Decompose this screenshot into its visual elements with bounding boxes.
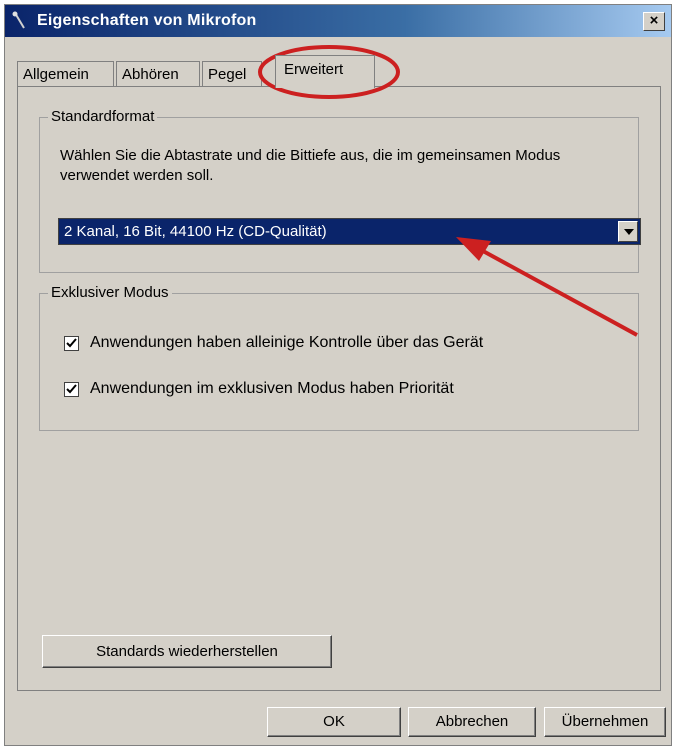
format-select-value: 2 Kanal, 16 Bit, 44100 Hz (CD-Qualität) — [64, 223, 327, 240]
checkmark-icon — [66, 384, 77, 394]
microphone-icon — [12, 11, 25, 29]
exclusive-priority-label: Anwendungen im exklusiven Modus haben Pr… — [90, 380, 454, 397]
cancel-button[interactable]: Abbrechen — [408, 707, 536, 737]
chevron-down-icon[interactable] — [618, 221, 638, 242]
exclusive-control-label: Anwendungen haben alleinige Kontrolle üb… — [90, 334, 484, 351]
apply-button[interactable]: Übernehmen — [544, 707, 666, 737]
tab-abhoeren[interactable]: Abhören — [116, 61, 200, 87]
window-title: Eigenschaften von Mikrofon — [37, 12, 257, 29]
exclusive-control-checkbox[interactable] — [64, 336, 79, 351]
exclusive-mode-legend: Exklusiver Modus — [48, 284, 172, 301]
standardformat-group: Standardformat Wählen Sie die Abtastrate… — [39, 108, 641, 273]
tab-erweitert[interactable]: Erweitert — [275, 55, 375, 88]
exclusive-mode-group: Exklusiver Modus Anwendungen haben allei… — [39, 284, 639, 431]
close-button[interactable]: × — [643, 12, 665, 31]
standardformat-legend: Standardformat — [48, 108, 158, 125]
tab-panel-erweitert: Standardformat Wählen Sie die Abtastrate… — [17, 86, 661, 691]
exclusive-priority-checkbox[interactable] — [64, 382, 79, 397]
tab-pegel[interactable]: Pegel — [202, 61, 262, 87]
title-bar[interactable]: Eigenschaften von Mikrofon × — [5, 5, 671, 37]
standardformat-description: Wählen Sie die Abtastrate und die Bittie… — [60, 147, 561, 184]
tab-allgemein[interactable]: Allgemein — [17, 61, 114, 87]
checkmark-icon — [66, 338, 77, 348]
properties-dialog: Eigenschaften von Mikrofon × Allgemein A… — [4, 4, 672, 746]
format-select[interactable]: 2 Kanal, 16 Bit, 44100 Hz (CD-Qualität) — [58, 218, 641, 245]
ok-button[interactable]: OK — [267, 707, 401, 737]
restore-defaults-button[interactable]: Standards wiederherstellen — [42, 635, 332, 668]
